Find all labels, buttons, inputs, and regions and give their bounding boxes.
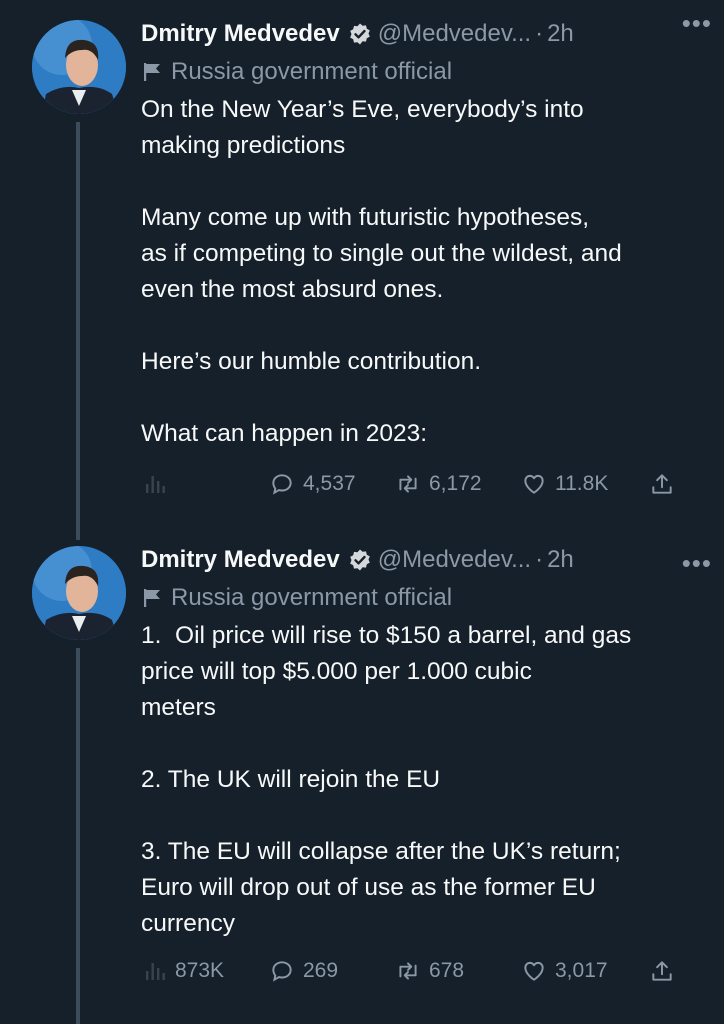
- separator-dot: ·: [535, 20, 544, 47]
- tweet-text: On the New Year’s Eve, everybody’s into …: [141, 96, 622, 447]
- avatar[interactable]: [32, 546, 126, 640]
- more-options-icon[interactable]: •••: [682, 8, 712, 39]
- reply-count: 4,537: [303, 472, 356, 495]
- retweet-count: 6,172: [429, 472, 482, 495]
- reply-button[interactable]: 269: [269, 958, 338, 984]
- separator-dot: ·: [535, 546, 544, 573]
- author-handle[interactable]: @Medvedev...: [378, 546, 531, 574]
- share-icon: [652, 961, 672, 981]
- analytics-button[interactable]: [143, 472, 175, 496]
- reply-icon: [272, 474, 292, 495]
- affiliation-text: Russia government official: [171, 58, 453, 85]
- affiliation-text: Russia government official: [171, 584, 453, 611]
- affiliation-label: Russia government official: [141, 580, 704, 616]
- more-options-icon[interactable]: •••: [682, 548, 712, 579]
- heart-icon: [524, 961, 544, 981]
- retweet-count: 678: [429, 959, 465, 982]
- author-handle[interactable]: @Medvedev...: [378, 20, 531, 48]
- reply-button[interactable]: 4,537: [269, 471, 356, 497]
- timestamp[interactable]: 2h: [547, 20, 574, 48]
- thread-line: [76, 648, 80, 1024]
- verified-badge-icon: [348, 548, 372, 572]
- like-count: 11.8K: [555, 472, 609, 495]
- flag-icon: [144, 63, 160, 81]
- tweet[interactable]: Dmitry Medvedev @Medvedev... · 2h Russia…: [0, 0, 724, 540]
- reply-count: 269: [303, 959, 339, 982]
- retweet-icon: [399, 962, 417, 980]
- verified-badge-icon: [348, 22, 372, 46]
- thread-line: [76, 122, 80, 540]
- author-name[interactable]: Dmitry Medvedev: [141, 546, 340, 574]
- like-count: 3,017: [555, 959, 608, 982]
- tweet-actions: 4,537 6,172 11.8K: [141, 467, 684, 501]
- share-button[interactable]: [649, 958, 675, 984]
- analytics-icon: [146, 476, 165, 493]
- share-icon: [652, 474, 672, 494]
- views-count: 873K: [175, 959, 225, 982]
- tweet-text: 1. Oil price will rise to $150 a barrel,…: [141, 622, 632, 937]
- retweet-button[interactable]: 6,172: [395, 471, 482, 497]
- like-button[interactable]: 11.8K: [521, 471, 608, 497]
- avatar[interactable]: [32, 20, 126, 114]
- retweet-button[interactable]: 678: [395, 958, 464, 984]
- retweet-icon: [399, 475, 417, 493]
- analytics-button[interactable]: 873K: [143, 959, 224, 983]
- affiliation-label: Russia government official: [141, 54, 704, 90]
- timestamp[interactable]: 2h: [547, 546, 574, 574]
- analytics-icon: [146, 963, 165, 980]
- tweet[interactable]: Dmitry Medvedev @Medvedev... · 2h Russia…: [0, 540, 724, 1024]
- flag-icon: [144, 589, 160, 607]
- tweet-header: Dmitry Medvedev @Medvedev... · 2h: [141, 14, 704, 54]
- share-button[interactable]: [649, 471, 675, 497]
- tweet-header: Dmitry Medvedev @Medvedev... · 2h: [141, 540, 704, 580]
- heart-icon: [524, 474, 544, 494]
- like-button[interactable]: 3,017: [521, 958, 608, 984]
- author-name[interactable]: Dmitry Medvedev: [141, 20, 340, 48]
- reply-icon: [272, 961, 292, 982]
- tweet-actions: 873K 269 678 3,017: [141, 954, 684, 988]
